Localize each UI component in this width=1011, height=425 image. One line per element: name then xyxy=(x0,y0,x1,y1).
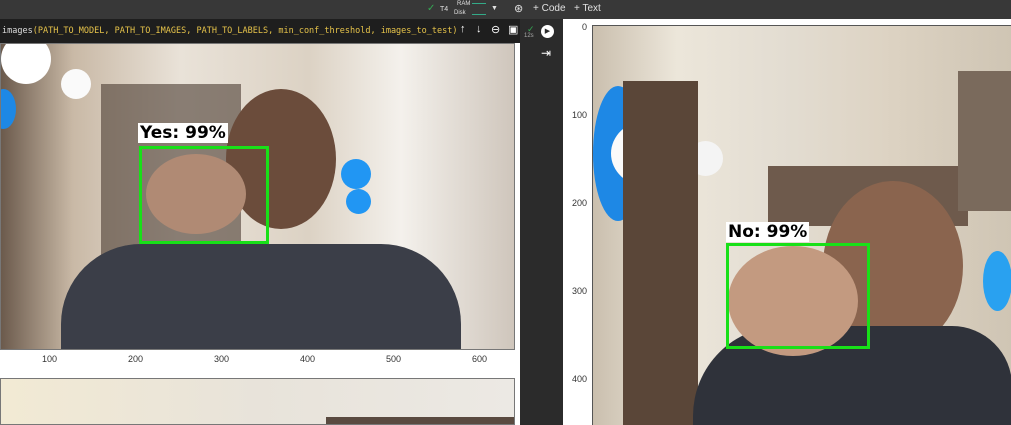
resource-graph xyxy=(472,3,486,15)
y-tick-label: 0 xyxy=(581,22,587,32)
colab-toolbar: ✓ T4 RAM Disk ▼ ⊛ + Code + Text xyxy=(0,0,1011,19)
add-code-button[interactable]: + Code xyxy=(533,3,566,14)
y-tick-label: 100 xyxy=(571,110,587,120)
code-function: images xyxy=(2,26,33,36)
run-cell-button[interactable]: ▶ xyxy=(541,25,554,38)
x-tick-label: 100 xyxy=(42,354,58,364)
runtime-type[interactable]: T4 xyxy=(440,6,448,13)
runtime-dropdown-icon[interactable]: ▼ xyxy=(491,5,498,12)
cell-gutter: ✓ 12s ▶ ⇥ xyxy=(520,19,563,425)
cell-toolbar: ↑ ↓ ⊖ ▣ xyxy=(455,22,525,40)
bounding-box-yes xyxy=(139,146,269,244)
link-icon[interactable]: ⊖ xyxy=(491,23,500,36)
x-tick-label: 500 xyxy=(386,354,402,364)
right-output: No: 99% 0 100 200 300 400 xyxy=(563,19,1011,425)
code-line[interactable]: images(PATH_TO_MODEL, PATH_TO_IMAGES, PA… xyxy=(0,19,520,43)
comment-icon[interactable]: ▣ xyxy=(508,23,518,36)
bounding-box-no xyxy=(726,243,870,349)
detection-label-yes: Yes: 99% xyxy=(138,123,228,143)
move-up-icon[interactable]: ↑ xyxy=(460,23,466,35)
connected-check-icon: ✓ xyxy=(427,3,436,14)
ram-label: RAM xyxy=(457,1,471,7)
x-tick-label: 600 xyxy=(472,354,488,364)
detection-image-yes: Yes: 99% xyxy=(0,43,515,350)
y-tick-label: 400 xyxy=(571,374,587,384)
x-tick-label: 300 xyxy=(214,354,230,364)
detection-image-no: No: 99% xyxy=(592,25,1011,425)
disk-label: Disk xyxy=(454,10,466,16)
y-tick-label: 300 xyxy=(571,286,587,296)
add-text-button[interactable]: + Text xyxy=(574,3,601,14)
detection-label-no: No: 99% xyxy=(726,222,810,242)
y-tick-label: 200 xyxy=(571,198,587,208)
left-output: Yes: 99% 100 200 300 400 500 600 xyxy=(0,43,520,425)
settings-icon[interactable]: ⊛ xyxy=(514,2,523,15)
exec-time: 12s xyxy=(524,33,534,39)
next-image xyxy=(0,378,515,425)
move-down-icon[interactable]: ↓ xyxy=(476,23,482,35)
x-tick-label: 400 xyxy=(300,354,316,364)
x-tick-label: 200 xyxy=(128,354,144,364)
code-args: (PATH_TO_MODEL, PATH_TO_IMAGES, PATH_TO_… xyxy=(32,26,458,36)
output-expand-icon[interactable]: ⇥ xyxy=(541,46,551,60)
